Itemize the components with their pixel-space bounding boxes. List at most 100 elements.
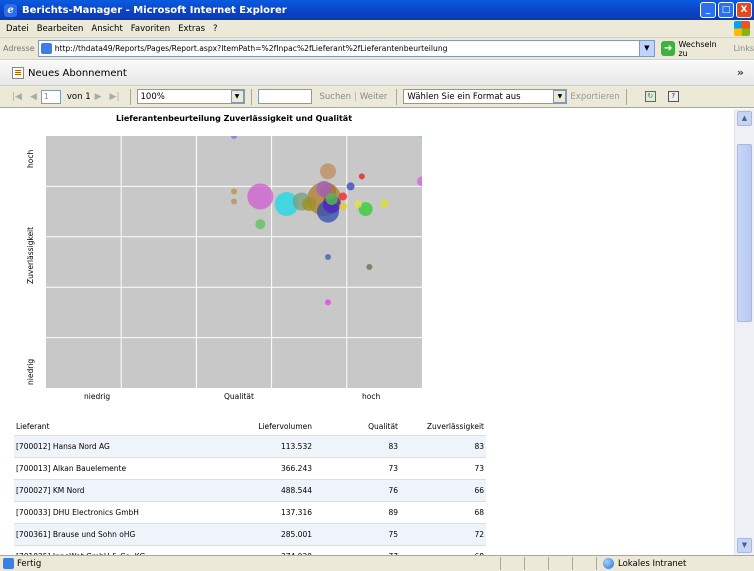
menu-bar: Datei Bearbeiten Ansicht Favoriten Extra…: [0, 20, 754, 38]
prev-page-icon[interactable]: ◀: [30, 92, 37, 102]
address-bar: Adresse http://thdata49/Reports/Pages/Re…: [0, 38, 754, 60]
data-point: [247, 183, 274, 210]
table-row: [700013] Alkan Bauelemente 366.243 73 73: [14, 457, 486, 480]
y-tick-label-low: niedrig: [26, 358, 35, 385]
menu-favoriten[interactable]: Favoriten: [127, 24, 174, 34]
windows-logo-icon: [734, 21, 750, 36]
page-number-input[interactable]: 1: [40, 89, 61, 104]
data-point: [325, 193, 338, 205]
table-row: [700012] Hansa Nord AG 113.532 83 83: [14, 435, 486, 458]
scroll-up-icon[interactable]: ▲: [737, 111, 752, 126]
data-point: [325, 299, 331, 306]
minimize-button[interactable]: _: [700, 2, 716, 18]
data-point: [255, 219, 266, 230]
cell-supplier: [700033] DHU Electronics GmbH: [14, 501, 214, 524]
zoom-dropdown-icon[interactable]: ▼: [230, 90, 244, 103]
links-button[interactable]: Links: [733, 44, 754, 53]
x-tick-label-high: hoch: [362, 392, 381, 401]
last-page-icon[interactable]: ▶|: [110, 92, 120, 102]
menu-ansicht[interactable]: Ansicht: [87, 24, 126, 34]
zoom-select[interactable]: 100% ▼: [136, 89, 245, 104]
zoom-value: 100%: [140, 91, 165, 102]
menu-extras[interactable]: Extras: [174, 24, 209, 34]
menu-help[interactable]: ?: [209, 24, 222, 34]
zone-text: Lokales Intranet: [618, 558, 687, 569]
report-toolbar: |◀ ◀ 1 von 1 ▶ ▶| 100% ▼ Suchen | Weiter…: [0, 86, 754, 108]
go-label: Wechseln zu: [678, 39, 717, 58]
title-bar: e Berichts-Manager - Microsoft Internet …: [0, 0, 754, 20]
y-axis-label: Zuverlässigkeit: [26, 226, 35, 284]
address-url: http://thdata49/Reports/Pages/Report.asp…: [54, 44, 448, 53]
ie-icon: e: [4, 3, 17, 17]
help-icon[interactable]: ?: [667, 91, 679, 102]
data-point: [380, 200, 389, 209]
cell-quality: 83: [314, 435, 400, 458]
cell-reliability: 68: [400, 501, 486, 524]
table-row: [700027] KM Nord 488.544 76 66: [14, 479, 486, 502]
x-tick-label-low: niedrig: [84, 392, 111, 401]
subscription-icon: [12, 67, 24, 79]
cell-reliability: 73: [400, 457, 486, 480]
address-input[interactable]: http://thdata49/Reports/Pages/Report.asp…: [37, 40, 655, 57]
format-select[interactable]: Wählen Sie ein Format aus ▼: [403, 89, 568, 104]
data-point: [358, 173, 365, 180]
cell-quality: 73: [314, 457, 400, 480]
data-point: [339, 202, 348, 211]
find-input[interactable]: [257, 89, 312, 104]
report-content: Lieferantenbeurteilung Zuverlässigkeit u…: [0, 109, 734, 555]
new-subscription-link[interactable]: Neues Abonnement: [28, 68, 127, 79]
cell-quality: 75: [314, 523, 400, 546]
col-header-quality: Qualität: [314, 419, 400, 436]
next-link[interactable]: Weiter: [360, 92, 388, 102]
cell-volume: 488.544: [214, 479, 314, 502]
page-icon: [40, 43, 52, 54]
col-header-reliability: Zuverlässigkeit: [400, 419, 486, 436]
address-label: Adresse: [3, 44, 35, 53]
data-point: [231, 188, 237, 195]
format-dropdown-icon[interactable]: ▼: [553, 90, 567, 103]
scroll-down-icon[interactable]: ▼: [737, 538, 752, 553]
go-button[interactable]: ➔ Wechseln zu: [660, 39, 728, 58]
cell-quality: 76: [314, 479, 400, 502]
scroll-thumb[interactable]: [737, 144, 752, 322]
cell-volume: 285.001: [214, 523, 314, 546]
next-page-icon[interactable]: ▶: [95, 92, 102, 102]
maximize-button[interactable]: □: [718, 2, 734, 18]
table-header-row: Lieferant Liefervolumen Qualität Zuverlä…: [14, 419, 486, 436]
collapse-chevron-icon[interactable]: »: [737, 66, 744, 79]
cell-supplier: [700361] Brause und Sohn oHG: [14, 523, 214, 546]
export-link[interactable]: Exportieren: [570, 92, 619, 102]
first-page-icon[interactable]: |◀: [12, 92, 22, 102]
cell-quality: 89: [314, 501, 400, 524]
window-title: Berichts-Manager - Microsoft Internet Ex…: [22, 4, 287, 16]
cell-supplier: [700012] Hansa Nord AG: [14, 435, 214, 458]
col-header-volume: Liefervolumen: [214, 419, 314, 436]
data-point: [339, 192, 348, 201]
separator: [129, 88, 131, 105]
page-count: von 1: [66, 91, 91, 102]
refresh-icon[interactable]: ↻: [644, 91, 656, 102]
x-axis-label: Qualität: [224, 392, 254, 401]
table-row: [701025] InnoWat GmbH & Co. KG 374.029 7…: [14, 545, 486, 555]
address-dropdown-icon[interactable]: ▼: [638, 41, 654, 56]
find-link[interactable]: Suchen: [320, 92, 351, 102]
vertical-scrollbar[interactable]: ▲ ▼: [734, 109, 754, 555]
subscription-bar: Neues Abonnement »: [0, 61, 754, 86]
close-button[interactable]: X: [736, 2, 752, 18]
supplier-table: Lieferant Liefervolumen Qualität Zuverlä…: [14, 419, 486, 555]
cell-quality: 77: [314, 545, 400, 555]
cell-reliability: 66: [400, 479, 486, 502]
go-arrow-icon: ➔: [660, 41, 676, 56]
col-header-supplier: Lieferant: [14, 419, 214, 436]
status-text: Fertig: [17, 558, 42, 569]
cell-volume: 366.243: [214, 457, 314, 480]
cell-supplier: [700013] Alkan Bauelemente: [14, 457, 214, 480]
data-point: [346, 182, 355, 191]
status-cell: [548, 557, 549, 570]
format-value: Wählen Sie ein Format aus: [407, 91, 521, 102]
menu-bearbeiten[interactable]: Bearbeiten: [33, 24, 88, 34]
table-row: [700033] DHU Electronics GmbH 137.316 89…: [14, 501, 486, 524]
browser-window: e Berichts-Manager - Microsoft Internet …: [0, 0, 754, 571]
menu-datei[interactable]: Datei: [2, 24, 33, 34]
y-tick-label-high: hoch: [26, 149, 35, 168]
